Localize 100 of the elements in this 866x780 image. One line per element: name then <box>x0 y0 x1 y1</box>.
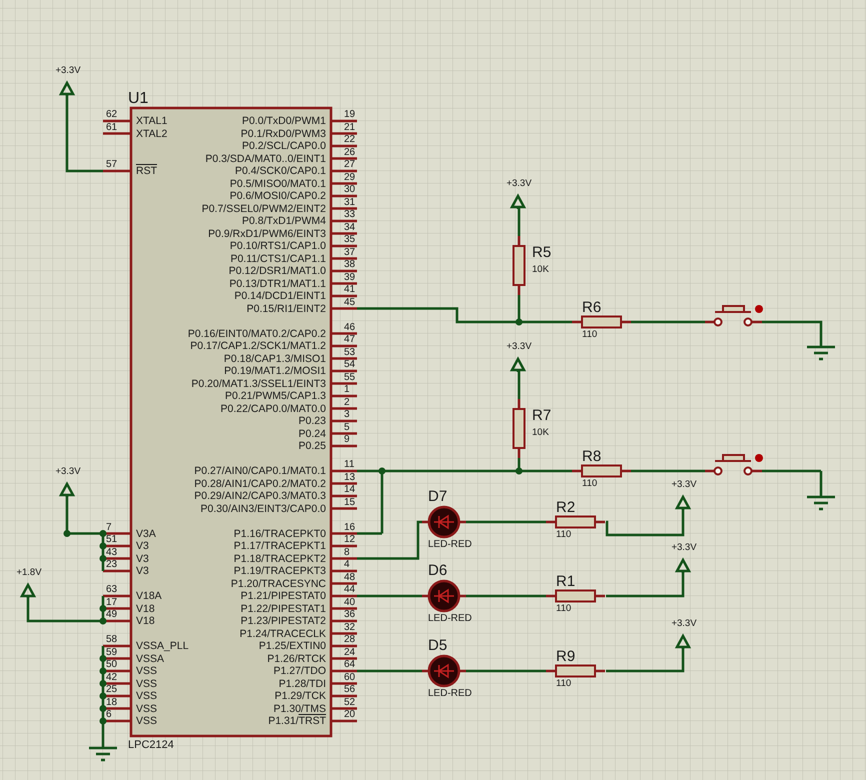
power-terminal-icon <box>674 558 690 574</box>
pin-line <box>332 294 357 298</box>
pin-label: P0.7/SSEL0/PWM2/EINT2 <box>202 204 326 214</box>
pin-label: P0.21/PWM5/CAP1.3 <box>225 391 326 402</box>
pin-number: 26 <box>344 148 356 158</box>
led-drawing <box>422 654 466 688</box>
power-terminal-icon <box>674 634 690 650</box>
pin-line <box>332 382 357 385</box>
pin-number: 27 <box>344 160 356 170</box>
pin-number: 53 <box>344 348 356 358</box>
junction-dot <box>100 680 106 687</box>
pin-line <box>103 657 130 660</box>
power-terminal-icon <box>674 496 690 512</box>
chip-part-name: LPC2124 <box>128 740 174 751</box>
wire <box>518 208 520 236</box>
junction-dot <box>516 468 522 474</box>
pin-number: 42 <box>106 672 118 682</box>
junction-dot <box>100 555 106 562</box>
pin-line <box>332 144 357 148</box>
pin-number: 34 <box>344 222 356 232</box>
resistor-value: 110 <box>582 479 598 488</box>
pin-line <box>332 307 357 310</box>
pin-label: P0.20/MAT1.3/SSEL1/EINT3 <box>191 378 326 389</box>
pin-line <box>332 594 357 598</box>
pin-line <box>332 657 357 660</box>
pin-line <box>332 544 357 548</box>
wire <box>762 320 822 347</box>
pin-number: 37 <box>344 248 356 258</box>
pin-label: P0.24 <box>298 428 326 439</box>
pin-label: P1.29/TCK <box>274 691 326 702</box>
pin-line <box>332 682 357 685</box>
pin-label: XTAL2 <box>136 128 168 139</box>
pin-line <box>332 170 357 172</box>
pin-line <box>332 157 357 160</box>
pin-line <box>103 644 130 648</box>
pin-label: VSS <box>136 691 158 702</box>
pin-label: VSS <box>136 716 158 726</box>
pin-number: 15 <box>344 498 356 508</box>
wire <box>357 594 422 598</box>
resistor-drawing <box>546 516 605 528</box>
pin-label: P0.1/RxD0/PWM3 <box>240 128 326 139</box>
resistor-value: 10K <box>532 428 549 438</box>
pin-label: P0.5/MISO0/MAT0.1 <box>230 178 326 189</box>
pin-label: VSSA_PLL <box>136 641 189 652</box>
pin-label: P1.20/TRACESYNC <box>230 578 326 589</box>
pin-number: 39 <box>344 272 356 282</box>
pin-line <box>332 494 357 498</box>
pin-line <box>332 257 357 260</box>
pin-label: P0.3/SDA/MAT0..0/EINT1 <box>205 154 326 164</box>
resistor-reference: R6 <box>582 300 602 315</box>
pin-line <box>103 682 130 685</box>
pin-number: 28 <box>344 635 356 645</box>
pin-line <box>332 707 357 710</box>
pin-line <box>332 394 357 398</box>
pin-line <box>332 432 357 435</box>
pin-line <box>103 720 130 722</box>
chip-reference: U1 <box>128 91 148 107</box>
resistor-drawing <box>572 316 631 328</box>
pin-line <box>103 594 130 598</box>
resistor-value: 110 <box>556 679 572 688</box>
resistor-value: 10K <box>532 265 549 274</box>
pin-line <box>332 582 357 585</box>
pin-label: V3 <box>136 554 149 564</box>
pin-number: 5 <box>344 422 350 432</box>
pin-number: 1 <box>344 385 350 395</box>
junction-dot <box>378 468 386 474</box>
pin-number: 48 <box>344 572 356 582</box>
pin-label: P1.24/TRACECLK <box>240 628 326 639</box>
pin-label: P0.14/DCD1/EINT1 <box>234 291 326 302</box>
pin-label: RST <box>136 166 157 176</box>
pin-label: P0.11/CTS1/CAP1.1 <box>230 254 326 264</box>
resistor-drawing <box>546 664 605 678</box>
pin-number: 4 <box>344 560 350 570</box>
junction-dot <box>100 705 106 712</box>
pin-line <box>332 182 357 185</box>
pin-label: VSS <box>136 678 158 689</box>
resistor-reference: R7 <box>532 408 552 423</box>
pin-label: P0.19/MAT1.2/MOSI1 <box>224 366 326 376</box>
pin-number: 60 <box>344 672 356 682</box>
pin-label: VSS <box>136 704 158 714</box>
pin-number: 21 <box>344 122 356 132</box>
pin-label: VSSA <box>136 654 164 664</box>
led-part-name: LED-RED <box>428 540 472 550</box>
pin-line <box>332 132 357 135</box>
pin-label: P0.15/RI1/EINT2 <box>246 304 326 314</box>
pin-line <box>332 332 357 335</box>
pin-label: P0.9/RxD1/PWM6/EINT3 <box>208 228 326 239</box>
pin-label: P0.23 <box>298 416 326 426</box>
pin-label: P0.0/TxD0/PWM1 <box>242 116 326 126</box>
pin-number: 56 <box>344 685 356 695</box>
pin-number: 58 <box>106 635 118 645</box>
pin-number: 54 <box>344 360 356 370</box>
pin-label: P0.29/AIN2/CAP0.3/MAT0.3 <box>194 491 326 502</box>
pin-line <box>332 194 357 198</box>
pin-label: P1.25/EXTIN0 <box>258 641 326 652</box>
resistor-reference: R1 <box>556 574 576 589</box>
pin-line <box>103 570 130 572</box>
pin-number: 7 <box>106 522 112 532</box>
pin-number: 20 <box>344 710 356 720</box>
pin-number: 29 <box>344 172 356 182</box>
